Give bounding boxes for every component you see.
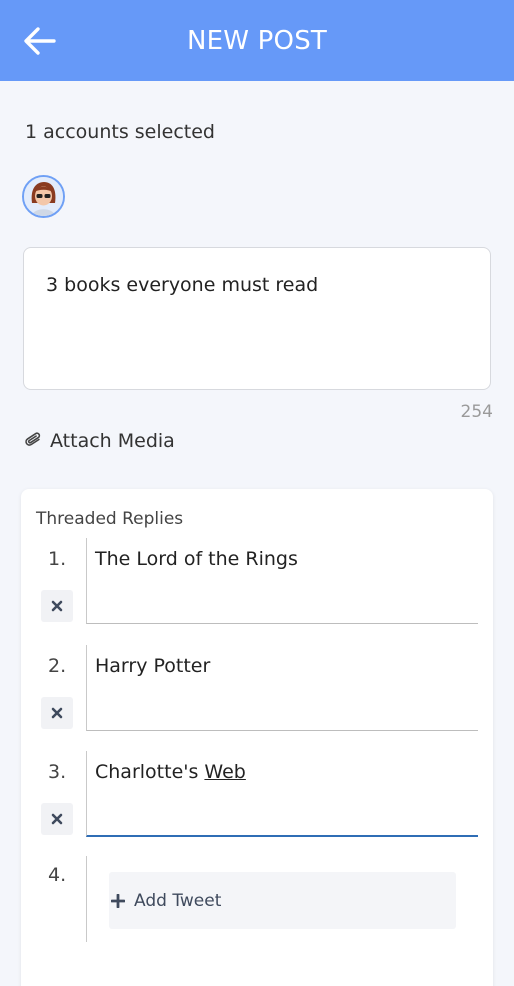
attach-media-button[interactable]: Attach Media [24,428,175,454]
reply-item: 1. The Lord of the Rings [21,538,493,628]
character-count: 254 [460,402,493,422]
reply-text-input[interactable]: Harry Potter [86,645,478,731]
account-avatar[interactable] [22,175,65,218]
remove-reply-button[interactable] [41,590,73,622]
reply-number: 2. [48,655,67,677]
reply-text: Charlotte's [95,761,205,783]
reply-number: 4. [48,864,67,886]
threaded-replies-title: Threaded Replies [36,509,184,529]
accounts-selected-label: 1 accounts selected [25,121,215,143]
reply-item: 3. Charlotte's Web [21,751,493,841]
avatar-image [24,177,63,216]
reply-item: 2. Harry Potter [21,645,493,735]
close-icon [51,813,63,825]
thread-connector [86,856,87,942]
paperclip-icon [25,432,41,446]
threaded-replies-card: Threaded Replies 1. The Lord of the Ring… [21,489,493,986]
plus-icon [111,893,125,908]
app-header: NEW POST [0,0,514,81]
remove-reply-button[interactable] [41,697,73,729]
remove-reply-button[interactable] [41,803,73,835]
post-text-input[interactable]: 3 books everyone must read [23,247,491,390]
attach-media-label: Attach Media [50,430,175,452]
page-title: NEW POST [187,26,327,56]
reply-text-underlined: Web [204,761,246,783]
reply-text-input-active[interactable]: Charlotte's Web [86,751,478,837]
reply-text-input[interactable]: The Lord of the Rings [86,538,478,624]
reply-number: 3. [48,761,67,783]
add-tweet-button[interactable]: Add Tweet [109,872,456,929]
close-icon [51,600,63,612]
add-tweet-label: Add Tweet [134,890,222,911]
reply-number: 1. [48,548,67,570]
add-reply-row: 4. Add Tweet [21,856,493,946]
close-icon [51,707,63,719]
